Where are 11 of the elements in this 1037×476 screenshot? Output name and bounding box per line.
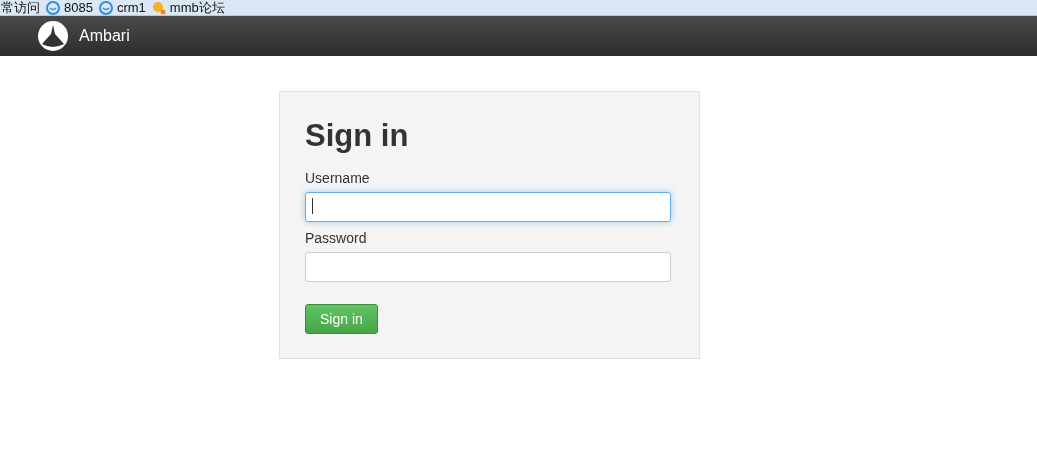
bookmark-link[interactable]: 常访问 — [1, 1, 40, 14]
bookmark-link[interactable]: 8085 — [64, 1, 93, 14]
input-field[interactable] — [305, 192, 671, 222]
logo-icon — [37, 20, 69, 52]
field-label: Username — [305, 170, 370, 186]
field-label: Password — [305, 230, 367, 246]
brand-name[interactable]: Ambari — [79, 27, 130, 45]
bookmark-link[interactable]: mmb论坛 — [169, 1, 225, 14]
bookmark-link[interactable]: crm1 — [116, 1, 146, 14]
form-title: Sign in — [305, 117, 410, 155]
input-field[interactable] — [305, 252, 671, 282]
